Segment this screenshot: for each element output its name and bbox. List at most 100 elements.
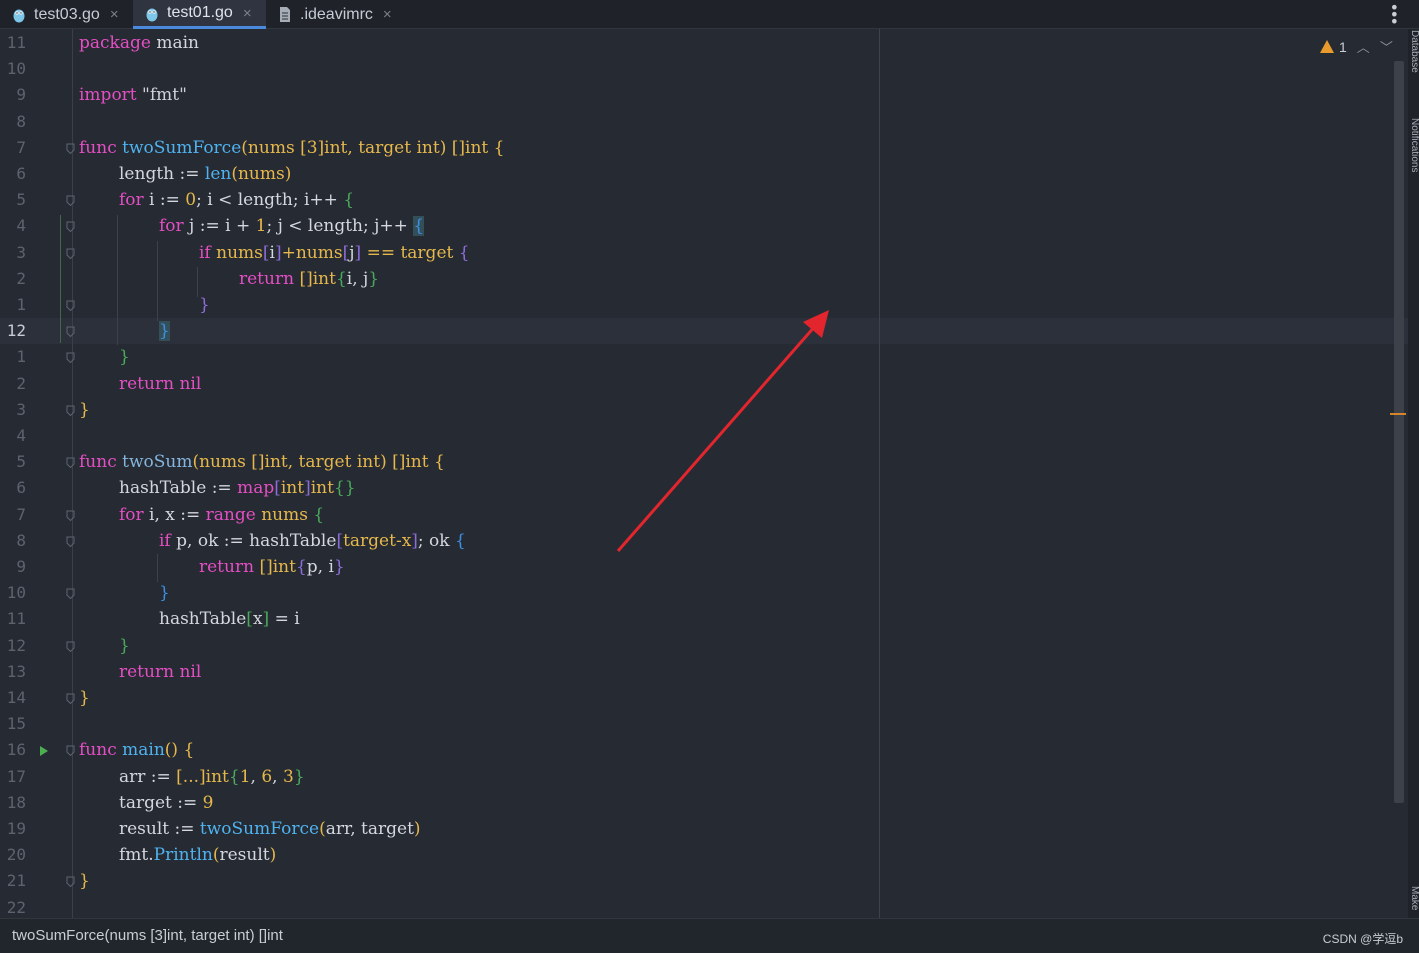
tab-test03-go[interactable]: test03.go ×: [0, 0, 131, 29]
code-editor[interactable]: 11 10 9 8 7 6 5 4 3 2 1 12 1 2 3 4 5 6 7 8 9 10 11 12 13 14 15 16 17…: [0, 29, 1408, 918]
code-token: {: [428, 452, 445, 473]
fold-marker-icon[interactable]: [66, 457, 75, 469]
code-line[interactable]: return nil: [119, 371, 201, 397]
code-line[interactable]: }: [79, 685, 90, 711]
code-token: p, i: [306, 557, 334, 577]
line-number: 4: [16, 426, 26, 445]
warning-stripe-marker[interactable]: [1390, 413, 1406, 415]
fold-marker-icon[interactable]: [66, 143, 75, 154]
code-token: (: [231, 164, 238, 184]
fold-marker-icon[interactable]: [66, 588, 75, 600]
code-line[interactable]: hashTable[x] = i: [159, 606, 300, 632]
code-token: map: [237, 478, 275, 499]
code-token: }: [368, 268, 380, 289]
gopher-icon: [146, 8, 158, 21]
fold-marker-icon[interactable]: [66, 300, 75, 311]
code-line[interactable]: return nil: [119, 659, 201, 685]
fold-marker-icon[interactable]: [66, 641, 75, 652]
line-number: 22: [6, 897, 26, 917]
code-token: (): [164, 740, 184, 761]
fold-marker-icon[interactable]: [66, 693, 75, 704]
code-line[interactable]: }: [79, 868, 90, 894]
close-icon[interactable]: ×: [110, 6, 119, 23]
line-number: 1: [16, 347, 26, 367]
fold-marker-icon[interactable]: [66, 248, 75, 259]
fold-marker-icon[interactable]: [66, 745, 75, 757]
code-token: +nums: [281, 242, 343, 263]
code-line[interactable]: target := 9: [119, 790, 213, 816]
line-number: 2: [16, 268, 26, 288]
notifications-panel-button[interactable]: Notifications: [1409, 118, 1419, 172]
code-line[interactable]: import "fmt": [79, 82, 187, 108]
code-token: 1: [239, 766, 251, 787]
fold-marker-icon[interactable]: [66, 536, 75, 547]
fold-marker-icon[interactable]: [66, 405, 75, 416]
code-token: {: [295, 557, 307, 577]
code-token: (: [319, 819, 326, 839]
code-line[interactable]: fmt.Println(result): [119, 842, 276, 868]
code-line[interactable]: func twoSumForce(nums [3]int, target int…: [79, 135, 504, 161]
code-line[interactable]: }: [79, 397, 90, 423]
code-line[interactable]: hashTable := map[int]int{}: [119, 475, 356, 501]
fold-marker-icon[interactable]: [66, 221, 75, 233]
code-token: int: [280, 478, 305, 499]
code-line[interactable]: }: [159, 580, 170, 606]
code-token: [: [274, 478, 281, 499]
code-line[interactable]: for i := 0; i < length; i++ {: [119, 187, 354, 213]
code-token: ,: [272, 766, 283, 787]
inspection-widget[interactable]: 1 ︿ ﹀: [1320, 37, 1393, 56]
code-token: 3: [282, 766, 294, 787]
code-token: []: [251, 452, 265, 473]
make-panel-button[interactable]: Make: [1409, 886, 1419, 910]
more-options-icon[interactable]: • • •: [1390, 0, 1399, 30]
code-token: if: [199, 242, 211, 263]
vertical-scrollbar[interactable]: [1394, 61, 1404, 803]
code-line[interactable]: for j := i + 1; j < length; j++ {: [159, 213, 425, 239]
code-token: {}: [333, 478, 356, 499]
code-line[interactable]: for i, x := range nums {: [119, 502, 324, 528]
code-token: return: [119, 661, 175, 682]
line-number: 11: [6, 609, 26, 629]
code-line[interactable]: arr := [...]int{1, 6, 3}: [119, 764, 305, 790]
code-line[interactable]: }: [159, 318, 170, 344]
code-line[interactable]: func twoSum(nums []int, target int) []in…: [79, 449, 445, 475]
code-line[interactable]: length := len(nums): [119, 161, 291, 187]
code-line[interactable]: }: [119, 633, 130, 659]
run-icon[interactable]: [39, 745, 49, 757]
code-line[interactable]: return []int{p, i}: [199, 554, 345, 580]
code-line[interactable]: package main: [79, 30, 199, 56]
line-number: 1: [16, 295, 26, 314]
tab-test01-go[interactable]: test01.go ×: [133, 0, 266, 29]
code-line[interactable]: }: [199, 292, 210, 318]
fold-marker-icon[interactable]: [66, 510, 75, 521]
close-icon[interactable]: ×: [243, 5, 252, 22]
code-token: 0: [185, 190, 197, 211]
code-token: {: [183, 740, 195, 761]
code-token: ): [439, 137, 452, 158]
indent-guide: [157, 554, 158, 582]
fold-marker-icon[interactable]: [66, 326, 75, 338]
tab-ideavimrc[interactable]: .ideavimrc ×: [266, 0, 402, 29]
code-token: p, ok := hashTable: [170, 530, 337, 551]
code-token: hashTable :=: [119, 478, 238, 499]
code-token: 6: [261, 766, 273, 787]
code-token: fmt.: [119, 845, 154, 866]
chevron-down-icon[interactable]: ﹀: [1380, 37, 1393, 56]
database-panel-button[interactable]: Database: [1409, 30, 1419, 73]
code-line[interactable]: result := twoSumForce(arr, target): [119, 816, 421, 842]
code-token: hashTable: [159, 609, 247, 630]
code-line[interactable]: return []int{i, j}: [239, 266, 379, 292]
code-token: }: [79, 871, 90, 892]
chevron-up-icon[interactable]: ︿: [1357, 37, 1370, 56]
code-line[interactable]: func main() {: [79, 737, 194, 763]
fold-marker-icon[interactable]: [66, 195, 75, 207]
code-token: 1: [255, 216, 267, 237]
line-number: 9: [16, 557, 26, 576]
code-line[interactable]: if p, ok := hashTable[target-x]; ok {: [159, 528, 466, 554]
fold-marker-icon[interactable]: [66, 352, 75, 364]
close-icon[interactable]: ×: [383, 6, 392, 23]
code-line[interactable]: if nums[i]+nums[j] == target {: [199, 240, 470, 266]
code-token: result: [219, 845, 270, 866]
fold-marker-icon[interactable]: [66, 876, 75, 888]
code-line[interactable]: }: [119, 344, 130, 370]
